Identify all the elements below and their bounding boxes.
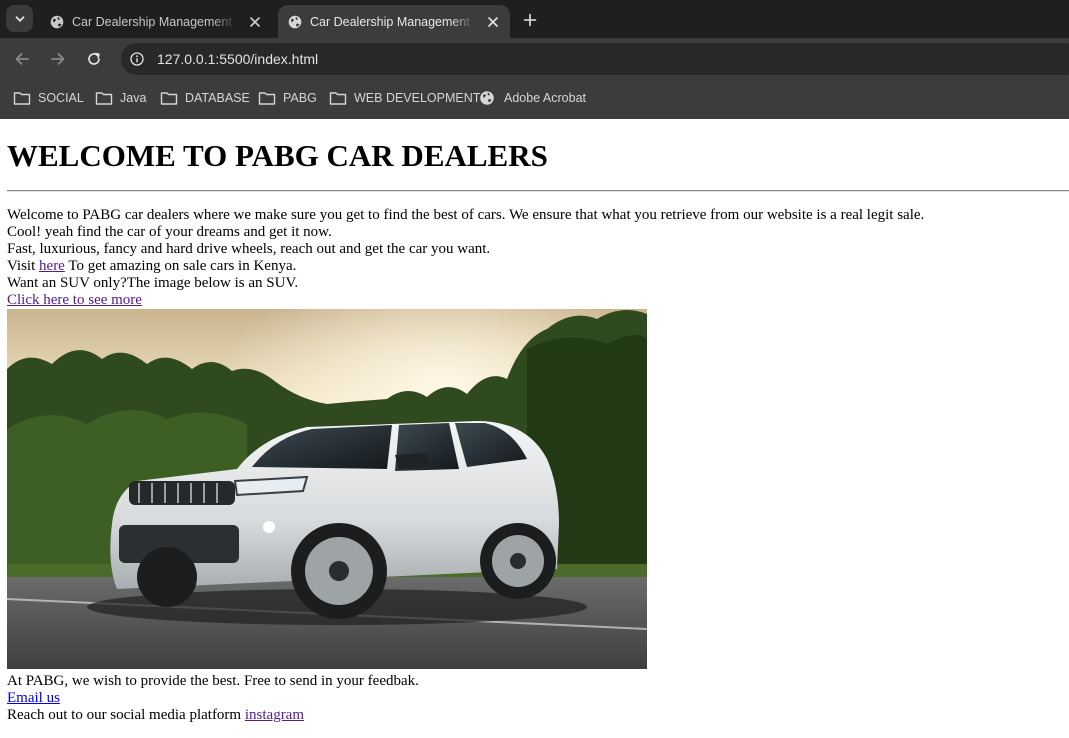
toolbar: 127.0.0.1:5500/index.html bbox=[0, 38, 1069, 79]
bookmark-database[interactable]: DATABASE bbox=[160, 90, 250, 106]
bookmark-label: SOCIAL bbox=[38, 91, 84, 105]
bookmarks-bar: SOCIAL Java DATABASE PABG WEB DEVELOPMEN… bbox=[0, 79, 1069, 119]
folder-icon bbox=[258, 92, 276, 105]
instagram-link[interactable]: instagram bbox=[245, 707, 304, 723]
tab-title: Car Dealership Management System bbox=[72, 14, 237, 29]
arrow-right-icon bbox=[51, 53, 65, 65]
email-line: Email us bbox=[7, 690, 60, 707]
page-title: WELCOME TO PABG CAR DEALERS bbox=[7, 138, 548, 173]
folder-icon bbox=[329, 92, 347, 105]
back-button[interactable] bbox=[12, 49, 32, 69]
bookmark-pabg[interactable]: PABG bbox=[258, 90, 317, 106]
reload-button[interactable] bbox=[84, 49, 104, 69]
bookmark-label: Adobe Acrobat bbox=[504, 91, 587, 105]
page-content: WELCOME TO PABG CAR DEALERS Welcome to P… bbox=[0, 119, 1069, 738]
globe-icon bbox=[288, 15, 302, 28]
close-icon[interactable] bbox=[487, 16, 499, 28]
intro-text: Welcome to PABG car dealers where we mak… bbox=[7, 207, 925, 223]
features-text: Fast, luxurious, fancy and hard drive wh… bbox=[7, 241, 491, 257]
social-line: Reach out to our social media platform i… bbox=[7, 707, 304, 724]
here-link[interactable]: here bbox=[39, 258, 65, 274]
tab-1[interactable]: Car Dealership Management System bbox=[40, 5, 272, 38]
visit-prefix: Visit bbox=[7, 258, 40, 274]
suv-text: Want an SUV only?The image below is an S… bbox=[7, 275, 299, 291]
tab-search-button[interactable] bbox=[6, 5, 33, 32]
suv-image bbox=[7, 309, 647, 669]
bookmark-social[interactable]: SOCIAL bbox=[13, 90, 84, 106]
folder-icon bbox=[13, 92, 31, 105]
bookmark-adobe-acrobat[interactable]: Adobe Acrobat bbox=[479, 90, 586, 106]
visit-line: Visit here To get amazing on sale cars i… bbox=[7, 258, 296, 275]
info-icon[interactable] bbox=[130, 52, 144, 66]
url-text[interactable]: 127.0.0.1:5500/index.html bbox=[157, 51, 318, 67]
visit-suffix: To get amazing on sale cars in Kenya. bbox=[64, 258, 297, 274]
globe-icon bbox=[480, 91, 494, 105]
bookmark-label: DATABASE bbox=[185, 91, 250, 105]
reload-icon bbox=[88, 52, 100, 65]
arrow-left-icon bbox=[15, 53, 29, 65]
new-tab-button[interactable] bbox=[519, 9, 541, 31]
bookmark-label: WEB DEVELOPMENT bbox=[354, 91, 481, 105]
address-bar[interactable]: 127.0.0.1:5500/index.html bbox=[121, 43, 1069, 75]
chevron-down-icon bbox=[15, 15, 24, 22]
feedback-text: At PABG, we wish to provide the best. Fr… bbox=[7, 673, 419, 689]
tab-title: Car Dealership Management System bbox=[310, 14, 475, 29]
bookmark-label: PABG bbox=[283, 91, 317, 105]
folder-icon bbox=[160, 92, 178, 105]
globe-icon bbox=[50, 15, 64, 28]
social-prefix: Reach out to our social media platform bbox=[7, 707, 245, 723]
tab-2-active[interactable]: Car Dealership Management System bbox=[278, 5, 510, 38]
plus-icon bbox=[523, 13, 537, 27]
tab-strip: Car Dealership Management System Car Dea… bbox=[0, 0, 1069, 38]
close-icon[interactable] bbox=[249, 16, 261, 28]
forward-button[interactable] bbox=[48, 49, 68, 69]
folder-icon bbox=[95, 92, 113, 105]
see-more-link[interactable]: Click here to see more bbox=[7, 292, 142, 308]
bookmark-java[interactable]: Java bbox=[95, 90, 146, 106]
email-link[interactable]: Email us bbox=[7, 690, 60, 706]
bookmark-label: Java bbox=[120, 91, 147, 105]
dreams-text: Cool! yeah find the car of your dreams a… bbox=[7, 224, 332, 240]
see-more-line: Click here to see more bbox=[7, 292, 142, 309]
divider bbox=[7, 190, 1069, 192]
bookmark-web-development[interactable]: WEB DEVELOPMENT bbox=[329, 90, 480, 106]
